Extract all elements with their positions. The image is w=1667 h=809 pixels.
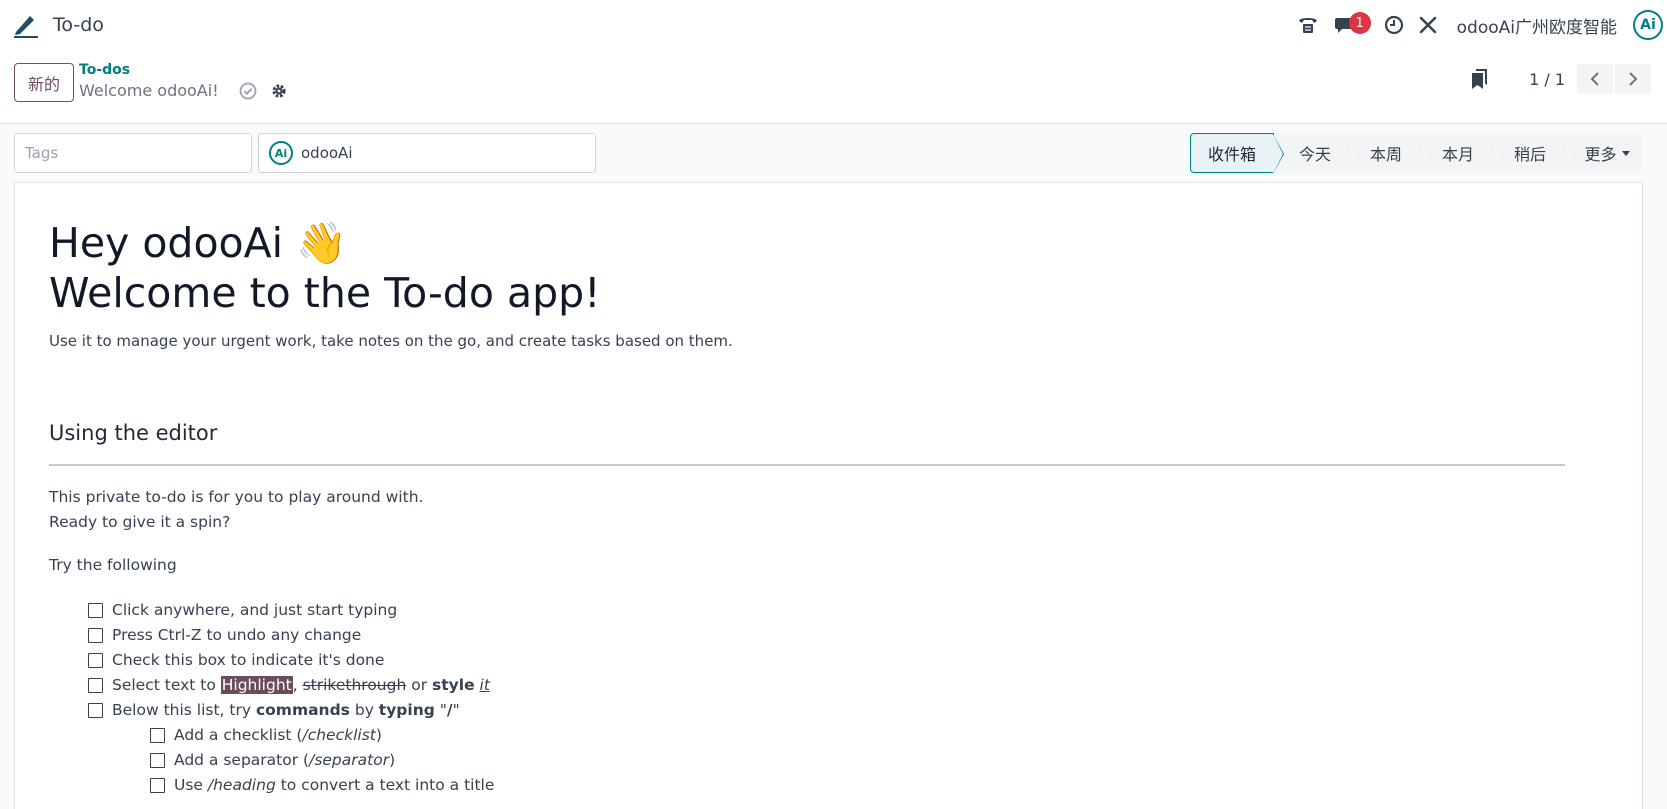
checkbox[interactable] <box>88 627 103 643</box>
italic-text: /checklist <box>302 726 376 744</box>
checklist-text: ) <box>389 751 396 769</box>
stage-inbox[interactable]: 收件箱 <box>1190 133 1284 174</box>
check-circle-icon[interactable] <box>239 82 257 100</box>
checklist-text: ) <box>375 726 382 744</box>
chevron-left-icon <box>1589 71 1601 87</box>
welcome-heading-line2: Welcome to the To-do app! <box>49 269 601 317</box>
clock-icon[interactable] <box>1377 8 1411 42</box>
pager-next-button[interactable] <box>1615 64 1651 94</box>
app-title: To-do <box>53 14 104 36</box>
stage-today[interactable]: 今天 <box>1274 133 1355 173</box>
stage-label: 本周 <box>1369 145 1402 164</box>
gear-icon[interactable] <box>271 83 287 99</box>
checklist-text: " <box>452 701 460 719</box>
checklist-item[interactable]: Click anywhere, and just start typing <box>88 601 397 619</box>
separator <box>49 464 1565 466</box>
checklist-item[interactable]: Check this box to indicate it's done <box>88 651 384 669</box>
checkbox[interactable] <box>88 677 103 693</box>
checkbox[interactable] <box>150 727 165 743</box>
checkbox[interactable] <box>150 777 165 793</box>
section-heading: Using the editor <box>49 421 218 445</box>
lead-text: Use it to manage your urgent work, take … <box>49 332 733 350</box>
record-title: Welcome odooAi! <box>79 81 219 100</box>
app-brand[interactable]: To-do <box>12 10 104 40</box>
pager-previous-button[interactable] <box>1577 64 1613 94</box>
phone-icon[interactable] <box>1291 8 1325 42</box>
top-navbar: To-do 1 odooAi广州欧度智能 Ai <box>0 0 1667 50</box>
welcome-heading-line1: Hey odooAi 👋 <box>49 219 348 267</box>
highlighted-text: Highlight <box>220 676 293 694</box>
intro-line2: Ready to give it a spin? <box>49 513 231 531</box>
checklist-text: or <box>406 676 433 694</box>
bold-text: typing <box>378 701 435 719</box>
chat-icon[interactable]: 1 <box>1329 8 1371 42</box>
checklist-text: " <box>434 701 447 719</box>
try-label: Try the following <box>49 556 177 574</box>
control-panel: 新的 To-dos Welcome odooAi! 1 / 1 <box>0 50 1667 124</box>
record-title-row: Welcome odooAi! <box>79 81 287 100</box>
tools-icon[interactable] <box>1411 8 1445 42</box>
stage-label: 更多 <box>1584 145 1617 164</box>
breadcrumb[interactable]: To-dos <box>79 62 130 78</box>
checklist-text: Add a separator ( <box>174 751 310 769</box>
checklist-text: to convert a text into a title <box>275 776 495 794</box>
chevron-right-icon <box>1627 71 1639 87</box>
checklist-text: Select text to <box>112 676 221 694</box>
stage-label: 收件箱 <box>1207 145 1256 164</box>
strikethrough-text: strikethrough <box>302 676 407 694</box>
company-switcher[interactable]: odooAi广州欧度智能 <box>1457 13 1617 38</box>
checkbox[interactable] <box>88 652 103 668</box>
assignee-name: odooAi <box>301 144 353 162</box>
checklist-subitem[interactable]: Add a checklist ( /checklist ) <box>150 726 382 744</box>
checklist-text: by <box>349 701 379 719</box>
checklist-item[interactable]: Below this list, try commands by typing … <box>88 701 460 719</box>
new-button[interactable]: 新的 <box>14 63 74 102</box>
checklist-text: Press Ctrl-Z to undo any change <box>112 626 362 644</box>
pager: 1 / 1 <box>1471 64 1651 94</box>
italic-underline-text: it <box>479 676 490 694</box>
tags-input[interactable]: Tags <box>14 133 252 173</box>
checklist-text: , <box>292 676 303 694</box>
stage-more-dropdown[interactable]: 更多 <box>1560 133 1642 173</box>
checklist-text: Add a checklist ( <box>174 726 303 744</box>
stage-label: 本月 <box>1441 145 1474 164</box>
chat-badge: 1 <box>1348 12 1371 34</box>
caret-down-icon <box>1621 150 1630 156</box>
pager-value[interactable]: 1 / 1 <box>1529 70 1565 89</box>
checklist-text: Click anywhere, and just start typing <box>112 601 398 619</box>
checkbox[interactable] <box>88 602 103 618</box>
italic-text: /separator <box>309 751 390 769</box>
checklist-text: Use <box>174 776 208 794</box>
intro-line1: This private to-do is for you to play ar… <box>49 488 424 506</box>
user-avatar[interactable]: Ai <box>1633 10 1663 40</box>
bookmark-icon[interactable] <box>1471 68 1489 90</box>
stage-statusbar: 收件箱 今天 本周 本月 稍后 更多 <box>1190 133 1642 174</box>
checklist-item[interactable]: Press Ctrl-Z to undo any change <box>88 626 361 644</box>
checkbox[interactable] <box>150 752 165 768</box>
checklist-text: Check this box to indicate it's done <box>112 651 385 669</box>
stage-label: 今天 <box>1298 145 1331 164</box>
bold-text: commands <box>255 701 350 719</box>
checklist-subitem[interactable]: Use /heading to convert a text into a ti… <box>150 776 494 794</box>
systray: 1 odooAi广州欧度智能 Ai <box>1291 0 1667 50</box>
assignee-avatar: Ai <box>269 141 293 165</box>
checklist-subitem[interactable]: Add a separator ( /separator ) <box>150 751 395 769</box>
italic-text: /heading <box>207 776 276 794</box>
assignee-field[interactable]: Ai odooAi <box>258 133 596 173</box>
checklist-text: Below this list, try <box>112 701 256 719</box>
checklist-item[interactable]: Select text to Highlight , strikethrough… <box>88 676 490 694</box>
stage-label: 稍后 <box>1513 145 1546 164</box>
note-editor[interactable]: Hey odooAi 👋 Welcome to the To-do app! U… <box>14 182 1643 809</box>
pencil-icon <box>12 12 40 38</box>
bold-text: style <box>432 676 475 694</box>
checkbox[interactable] <box>88 702 103 718</box>
